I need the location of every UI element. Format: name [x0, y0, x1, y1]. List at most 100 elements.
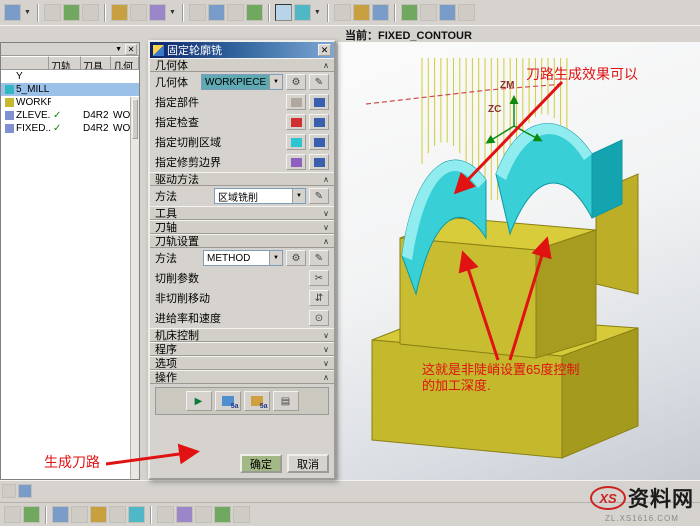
toolbar-icon[interactable] — [110, 4, 128, 21]
toolbar-icon[interactable] — [129, 4, 147, 21]
toolbar-icon[interactable] — [4, 4, 21, 21]
close-icon[interactable]: ✕ — [318, 44, 331, 56]
toolbar-icon[interactable] — [371, 4, 389, 21]
replay-toolpath-button[interactable]: 5a — [214, 391, 241, 411]
toolbar-icon[interactable] — [4, 506, 21, 523]
display-trim-button[interactable] — [309, 154, 329, 170]
chevron-down-icon[interactable]: ∨ — [323, 345, 329, 354]
toolbar-icon[interactable] — [457, 4, 475, 21]
navigator-scrollbar[interactable] — [130, 97, 139, 479]
geometry-select[interactable]: WORKPIECE ▼ — [201, 74, 283, 90]
chevron-down-icon[interactable]: ▼ — [314, 9, 321, 16]
edit-geometry-button[interactable]: ✎ — [309, 74, 329, 90]
display-part-button[interactable] — [309, 94, 329, 110]
section-options[interactable]: 选项 ∨ — [150, 356, 334, 370]
section-program[interactable]: 程序 ∨ — [150, 342, 334, 356]
toolbar-icon[interactable] — [157, 506, 174, 523]
ok-button[interactable]: 确定 — [240, 454, 282, 473]
dropdown-arrow-icon[interactable]: ▼ — [269, 251, 282, 265]
toolbar-icon[interactable] — [419, 4, 437, 21]
navigator-row[interactable]: WORKPIECE — [1, 96, 139, 109]
section-geometry[interactable]: 几何体 ∧ — [150, 58, 334, 72]
chevron-up-icon[interactable]: ∧ — [323, 373, 329, 382]
chevron-up-icon[interactable]: ∧ — [323, 237, 329, 246]
toolbar-icon[interactable] — [52, 506, 69, 523]
chevron-down-icon[interactable]: ▼ — [115, 46, 122, 53]
feeds-speeds-button[interactable]: ⊙ — [309, 310, 329, 326]
section-tool[interactable]: 工具 ∨ — [150, 206, 334, 220]
specify-part-button[interactable] — [286, 94, 306, 110]
toolbar-icon[interactable] — [400, 4, 418, 21]
chevron-down-icon[interactable]: ▼ — [169, 9, 176, 16]
verify-toolpath-button[interactable]: 5a — [243, 391, 270, 411]
chevron-down-icon[interactable]: ∨ — [323, 331, 329, 340]
toolbar-icon[interactable] — [81, 4, 99, 21]
new-geometry-button[interactable]: ⚙ — [286, 74, 306, 90]
toolbar-icon[interactable] — [274, 4, 292, 21]
drive-method-select[interactable]: 区域铣削 ▼ — [214, 188, 306, 204]
new-method-button[interactable]: ⚙ — [286, 250, 306, 266]
toolbar-icon[interactable] — [176, 506, 193, 523]
navigator-row[interactable]: FIXED... ✓ D4R2 WOR... — [1, 122, 139, 135]
column-tool[interactable]: 刀具 — [81, 56, 111, 70]
toolbar-icon[interactable] — [293, 4, 311, 21]
cancel-button[interactable]: 取消 — [287, 454, 329, 473]
noncutting-moves-button[interactable]: ⇵ — [309, 290, 329, 306]
navigator-row[interactable]: ZLEVE... ✓ D4R2 WOR... — [1, 109, 139, 122]
section-actions[interactable]: 操作 ∧ — [150, 370, 334, 384]
toolbar-icon[interactable] — [352, 4, 370, 21]
specify-check-button[interactable] — [286, 114, 306, 130]
specify-cut-area-button[interactable] — [286, 134, 306, 150]
generate-toolpath-button[interactable]: ▶ — [185, 391, 212, 411]
toolbar-icon[interactable] — [128, 506, 145, 523]
column-geometry[interactable]: 几何 — [111, 56, 139, 70]
toolbar-icon[interactable] — [109, 506, 126, 523]
3d-viewport[interactable]: 刀路生成效果可以 这就是非陡峭设置65度控制 的加工深度. ZM ZC — [338, 42, 700, 480]
chevron-down-icon[interactable]: ∨ — [323, 223, 329, 232]
edit-method-button[interactable]: ✎ — [309, 250, 329, 266]
toolbar-icon[interactable] — [233, 506, 250, 523]
section-tool-axis[interactable]: 刀轴 ∨ — [150, 220, 334, 234]
path-method-select[interactable]: METHOD ▼ — [203, 250, 283, 266]
dialog-titlebar[interactable]: 固定轮廓铣 ✕ — [150, 42, 334, 58]
navigator-row[interactable]: Y — [1, 70, 139, 83]
toolbar-icon[interactable] — [188, 4, 206, 21]
column-name[interactable] — [1, 56, 49, 70]
toolbar-icon[interactable] — [207, 4, 225, 21]
speed-icon: ⊙ — [314, 312, 324, 324]
chevron-down-icon[interactable]: ▼ — [24, 9, 31, 16]
toolbar-icon[interactable] — [90, 506, 107, 523]
toolbar-icon[interactable] — [333, 4, 351, 21]
toolbar-icon[interactable] — [195, 506, 212, 523]
toolbar-icon[interactable] — [148, 4, 166, 21]
section-machine-control[interactable]: 机床控制 ∨ — [150, 328, 334, 342]
display-check-button[interactable] — [309, 114, 329, 130]
column-toolpath[interactable]: 刀轨 — [49, 56, 81, 70]
chevron-down-icon[interactable]: ∨ — [323, 359, 329, 368]
panel-tab-icon[interactable] — [18, 484, 32, 498]
edit-drive-method-button[interactable]: ✎ — [309, 188, 329, 204]
cutting-params-button[interactable]: ✂ — [309, 270, 329, 286]
toolbar-icon[interactable] — [245, 4, 263, 21]
dropdown-arrow-icon[interactable]: ▼ — [292, 189, 305, 203]
list-toolpath-button[interactable]: ▤ — [272, 391, 299, 411]
toolbar-icon[interactable] — [23, 506, 40, 523]
specify-trim-button[interactable] — [286, 154, 306, 170]
section-drive-method[interactable]: 驱动方法 ∧ — [150, 172, 334, 186]
navigator-row-selected[interactable]: 5_MILL — [1, 83, 139, 96]
dropdown-arrow-icon[interactable]: ▼ — [269, 75, 282, 89]
chevron-up-icon[interactable]: ∧ — [323, 175, 329, 184]
toolbar-icon[interactable] — [438, 4, 456, 21]
display-cut-area-button[interactable] — [309, 134, 329, 150]
toolbar-icon[interactable] — [62, 4, 80, 21]
toolbar-icon[interactable] — [226, 4, 244, 21]
scrollbar-thumb[interactable] — [132, 99, 138, 139]
chevron-up-icon[interactable]: ∧ — [323, 61, 329, 70]
toolbar-icon[interactable] — [214, 506, 231, 523]
panel-tab-icon[interactable] — [2, 484, 16, 498]
close-icon[interactable]: ✕ — [125, 43, 137, 55]
section-path-settings[interactable]: 刀轨设置 ∧ — [150, 234, 334, 248]
toolbar-icon[interactable] — [43, 4, 61, 21]
chevron-down-icon[interactable]: ∨ — [323, 209, 329, 218]
toolbar-icon[interactable] — [71, 506, 88, 523]
